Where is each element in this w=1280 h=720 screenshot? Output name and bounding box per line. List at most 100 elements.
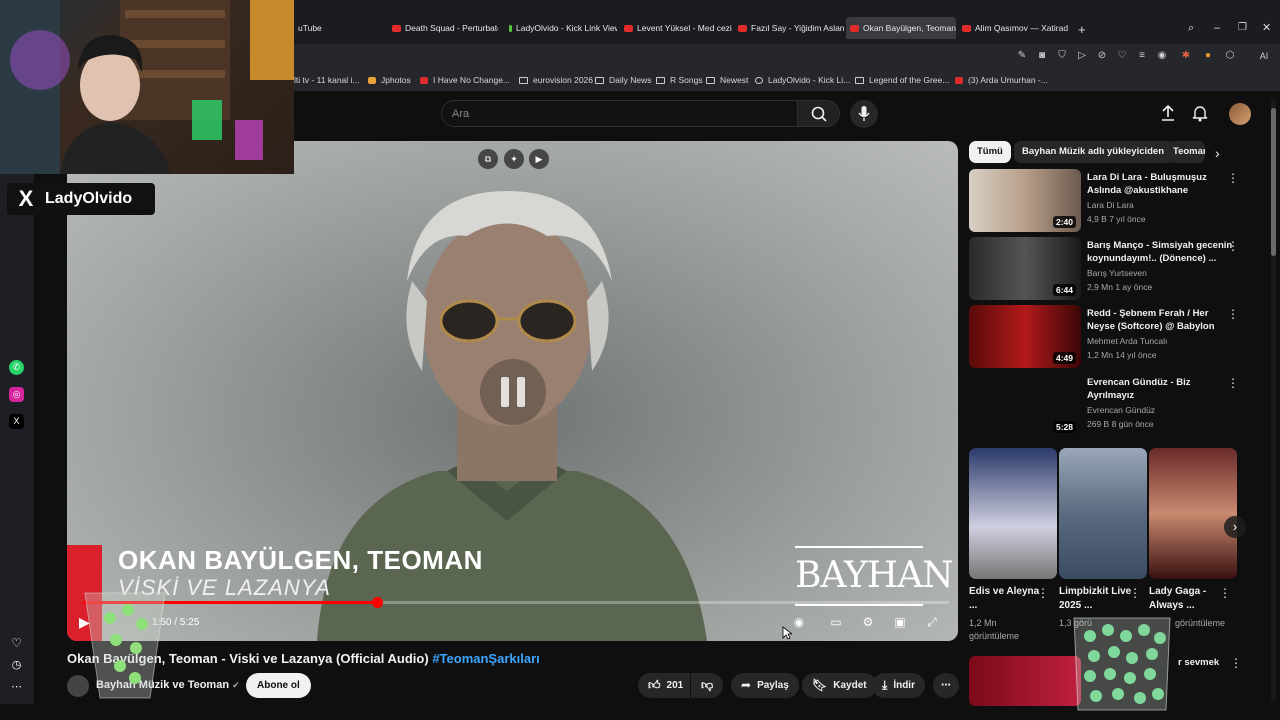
heart-icon[interactable]: ♡ xyxy=(9,636,24,651)
video-hashtag[interactable]: #TeomanŞarkıları xyxy=(432,651,539,666)
video-player[interactable]: ⧉ ✦ ▶ OKAN BAYÜLGEN, TEOMAN VİSKİ VE LAZ… xyxy=(67,141,958,641)
ai-sparkle-icon[interactable]: ✦ xyxy=(504,149,524,169)
voice-search-button[interactable] xyxy=(850,100,878,128)
share-button[interactable]: ➦ Paylaş xyxy=(731,673,799,698)
recommendation-title[interactable]: Redd - Şebnem Ferah / Her Neyse (Softcor… xyxy=(1087,307,1237,333)
chip-from-uploader[interactable]: Bayhan Müzik adlı yükleyiciden xyxy=(1014,141,1173,163)
heart-icon[interactable]: ♡ xyxy=(1116,50,1128,62)
dislike-button[interactable]: 👎︎ xyxy=(691,673,723,698)
maximize-icon[interactable]: ❐ xyxy=(1238,22,1247,33)
history-icon[interactable]: ◷ xyxy=(9,658,24,673)
recommendation-item[interactable]: 2:40 Lara Di Lara - Buluşmuşuz Aslında @… xyxy=(969,169,1249,233)
tab-death-squad[interactable]: Death Squad - Perturbator xyxy=(388,17,498,39)
whatsapp-icon[interactable]: ✆ xyxy=(9,360,24,375)
tab-okan-bayulgen-active[interactable]: Okan Bayülgen, Teoman xyxy=(846,17,956,39)
profile-icon[interactable]: ◉ xyxy=(1156,50,1168,62)
more-options-icon[interactable]: ⋮ xyxy=(1230,656,1242,670)
bookmark-eurovision-2026[interactable]: eurovision 2026 xyxy=(519,75,593,85)
extension-icon[interactable]: ● xyxy=(1202,50,1214,62)
save-button[interactable]: 🔖︎ Kaydet xyxy=(802,673,877,698)
bookmark-arda-umurhan[interactable]: (3) Arda Umurhan -... xyxy=(955,75,1048,85)
recommendation-channel[interactable]: Mehmet Arda Tuncalı xyxy=(1087,336,1167,346)
recommendation-channel[interactable]: Lara Di Lara xyxy=(1087,200,1134,210)
bookmark-legend-of-the-green[interactable]: Legend of the Gree... xyxy=(855,75,949,85)
autoplay-toggle[interactable]: ◉ xyxy=(790,613,808,631)
subscribe-button[interactable]: Abone ol xyxy=(246,673,311,698)
extension-icon[interactable]: ✱ xyxy=(1180,50,1192,62)
more-icon[interactable]: ⋯ xyxy=(9,680,24,695)
recommendation-channel[interactable]: Evrencan Gündüz xyxy=(1087,405,1155,415)
settings-icon[interactable]: ⚙ xyxy=(859,613,877,631)
recommendation-title[interactable]: Barış Manço - Simsiyah gecenin koynunday… xyxy=(1087,239,1237,265)
edit-icon[interactable]: ✎ xyxy=(1016,50,1028,62)
search-button[interactable] xyxy=(798,100,840,127)
more-options-icon[interactable]: ⋮ xyxy=(1227,239,1239,253)
ai-icon[interactable]: AI xyxy=(1252,50,1276,62)
progress-bar[interactable] xyxy=(83,597,949,608)
cube-icon[interactable]: ⬡ xyxy=(1224,50,1236,62)
bookmark-lti-tv[interactable]: lti tv - 11 kanal i... xyxy=(294,75,360,85)
search-tabs-icon[interactable]: ⌕ xyxy=(1188,22,1194,35)
fullscreen-icon[interactable]: ⤢ xyxy=(923,613,941,631)
video-thumbnail[interactable]: 5:28 xyxy=(969,374,1081,437)
tab-levent-yuksel[interactable]: Levent Yüksel - Med cezir xyxy=(620,17,732,39)
more-actions-button[interactable]: ⋯ xyxy=(933,673,959,698)
bookmark-i-have-no-change[interactable]: I Have No Change... xyxy=(420,75,510,85)
bookmark-daily-news[interactable]: Daily News xyxy=(595,75,652,85)
short-thumbnail[interactable] xyxy=(1149,448,1237,579)
short-title[interactable]: Limpbizkit Live 2025 ... xyxy=(1059,585,1139,613)
video-thumbnail[interactable]: 6:44 xyxy=(969,237,1081,300)
like-button[interactable]: 👍︎ 201 xyxy=(638,673,690,698)
search-input[interactable]: Ara xyxy=(441,100,798,127)
instagram-icon[interactable]: ◎ xyxy=(9,387,24,402)
bookmark-newest[interactable]: Newest xyxy=(706,75,748,85)
recommendation-title[interactable]: Evrencan Gündüz - Biz Ayrılmayız xyxy=(1087,376,1237,402)
more-options-icon[interactable]: ⋮ xyxy=(1227,307,1239,321)
camera-icon[interactable]: ◙ xyxy=(1036,50,1048,62)
chip-all[interactable]: Tümü xyxy=(969,141,1011,163)
more-options-icon[interactable]: ⋮ xyxy=(1227,376,1239,390)
chevron-right-icon[interactable]: › xyxy=(1215,145,1220,161)
shorts-next-button[interactable]: › xyxy=(1224,516,1246,538)
recommendation-item[interactable]: 4:49 Redd - Şebnem Ferah / Her Neyse (So… xyxy=(969,305,1249,369)
scrollbar-track[interactable] xyxy=(1271,100,1276,700)
recommendation-item[interactable]: 5:28 Evrencan Gündüz - Biz Ayrılmayız Ev… xyxy=(969,374,1249,438)
new-tab-button[interactable]: + xyxy=(1078,22,1086,37)
chip-teoman[interactable]: Teoman xyxy=(1165,141,1205,163)
short-title[interactable]: Lady Gaga - Always ... xyxy=(1149,585,1229,613)
more-options-icon[interactable]: ⋮ xyxy=(1129,586,1141,600)
tab-ladyolvido-kick[interactable]: LadyOlvido - Kick Link View xyxy=(505,17,617,39)
more-options-icon[interactable]: ⋮ xyxy=(1227,171,1239,185)
recommendation-title[interactable]: r sevmek xyxy=(1178,657,1219,668)
recommendation-item[interactable]: 6:44 Barış Manço - Simsiyah gecenin koyn… xyxy=(969,237,1249,301)
shield-icon[interactable]: ⛉ xyxy=(1056,50,1068,62)
recommendation-title[interactable]: Lara Di Lara - Buluşmuşuz Aslında @akust… xyxy=(1087,171,1237,197)
recommendation-channel[interactable]: Barış Yurtseven xyxy=(1087,268,1147,278)
bookmark-jphotos[interactable]: Jphotos xyxy=(368,75,411,85)
video-thumbnail[interactable]: 2:40 xyxy=(969,169,1081,232)
scrollbar-thumb[interactable] xyxy=(1271,108,1276,256)
tab-youtube[interactable]: uTube xyxy=(294,17,384,39)
x-icon[interactable]: X xyxy=(9,414,24,429)
play-icon[interactable]: ▷ xyxy=(1076,50,1088,62)
video-thumbnail[interactable] xyxy=(969,656,1081,706)
speed-dial-icon[interactable]: ⊘ xyxy=(1096,50,1108,62)
skip-icon[interactable]: ▶ xyxy=(529,149,549,169)
list-icon[interactable]: ≡ xyxy=(1136,50,1148,62)
avatar[interactable] xyxy=(1229,103,1251,125)
tab-alim-qasimov[interactable]: Alim Qasımov — Xatiradir xyxy=(958,17,1068,39)
miniplayer-icon[interactable]: ⧉ xyxy=(478,149,498,169)
bookmark-r-songs[interactable]: R Songs xyxy=(656,75,703,85)
pause-overlay[interactable] xyxy=(480,359,546,425)
tab-fazil-say[interactable]: Fazıl Say - Yiğidim Aslanım xyxy=(734,17,844,39)
short-thumbnail[interactable] xyxy=(969,448,1057,579)
bookmark-ladyolvido-kick[interactable]: LadyOlvido - Kick Li... xyxy=(755,75,850,85)
close-window-icon[interactable]: ✕ xyxy=(1262,21,1271,34)
notifications-button[interactable] xyxy=(1192,104,1208,122)
more-options-icon[interactable]: ⋮ xyxy=(1219,586,1231,600)
theater-mode-icon[interactable]: ▣ xyxy=(891,613,909,631)
download-button[interactable]: ⤓ İndir xyxy=(872,673,925,698)
subtitles-icon[interactable]: ▭ xyxy=(827,613,845,631)
short-thumbnail[interactable] xyxy=(1059,448,1147,579)
upload-button[interactable] xyxy=(1160,104,1176,122)
